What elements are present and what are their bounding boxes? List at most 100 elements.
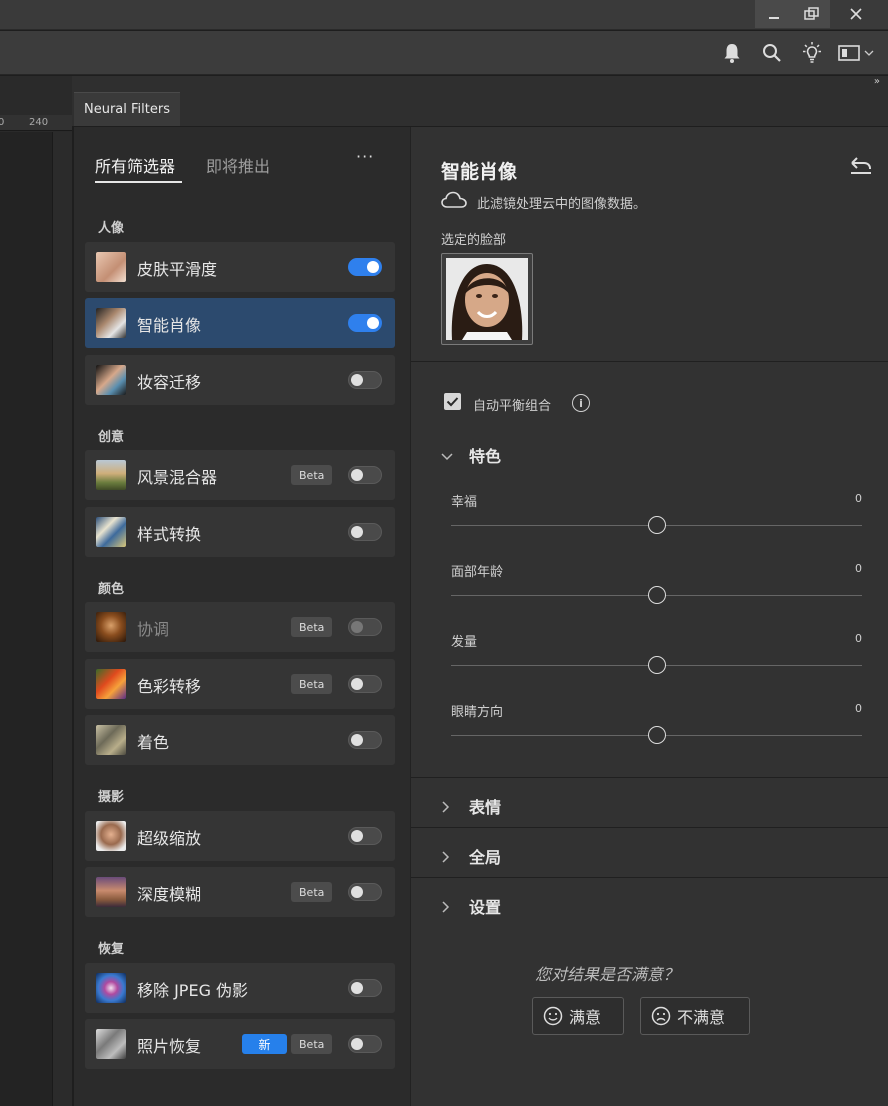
filter-row-skin-smoothing[interactable]: 皮肤平滑度 [85, 242, 395, 292]
slider-value[interactable]: 0 [855, 632, 862, 645]
collapse-panel-icon[interactable]: » [874, 76, 880, 87]
filter-toggle[interactable] [348, 675, 382, 693]
search-button[interactable] [759, 39, 785, 67]
makeup-transfer-thumbnail [96, 365, 126, 395]
category-restoration: 恢复 [98, 942, 125, 957]
active-tab-indicator [95, 181, 182, 183]
reset-button[interactable] [848, 155, 874, 177]
filter-title: 智能肖像 [441, 161, 518, 183]
section-expression-label: 表情 [469, 798, 502, 817]
jpeg-artifacts-thumbnail [96, 973, 126, 1003]
satisfied-label: 满意 [569, 1008, 602, 1027]
slider-label: 幸福 [451, 495, 478, 510]
smart-portrait-thumbnail [96, 308, 126, 338]
filter-row-colorize[interactable]: 着色 [85, 715, 395, 765]
bell-icon [724, 44, 740, 63]
auto-balance-label: 自动平衡组合 [473, 399, 552, 414]
tab-coming-soon[interactable]: 即将推出 [206, 153, 270, 177]
workspace-icon [838, 45, 860, 61]
document-canvas[interactable] [0, 132, 52, 1106]
selected-face-label: 选定的脸部 [441, 233, 507, 248]
discover-button[interactable] [799, 39, 825, 67]
vertical-scrollbar[interactable] [52, 132, 72, 1106]
category-portrait: 人像 [98, 221, 125, 236]
slider-thumb[interactable] [647, 516, 666, 534]
tab-all-filters[interactable]: 所有筛选器 [95, 153, 175, 177]
slider-value[interactable]: 0 [855, 562, 862, 575]
filter-row-style-transfer[interactable]: 样式转换 [85, 507, 395, 557]
beta-badge: Beta [291, 617, 333, 637]
slider-thumb[interactable] [647, 726, 666, 744]
filter-name: 风景混合器 [137, 468, 218, 487]
divider [411, 877, 888, 878]
more-options-icon[interactable]: ··· [356, 147, 374, 166]
harmonization-thumbnail [96, 612, 126, 642]
color-transfer-thumbnail [96, 669, 126, 699]
depth-blur-thumbnail [96, 877, 126, 907]
filter-row-depth-blur[interactable]: 深度模糊 Beta [85, 867, 395, 917]
chevron-right-icon [441, 848, 455, 867]
slider-value[interactable]: 0 [855, 492, 862, 505]
filter-row-landscape-mixer[interactable]: 风景混合器 Beta [85, 450, 395, 500]
divider [411, 361, 888, 362]
minimize-button[interactable] [755, 0, 793, 28]
notifications-button[interactable] [719, 39, 745, 67]
slider-thumb[interactable] [647, 586, 666, 604]
filter-toggle[interactable] [348, 314, 382, 332]
filter-name: 样式转换 [137, 525, 202, 544]
beta-badge: Beta [291, 465, 333, 485]
tab-neural-filters[interactable]: Neural Filters [74, 92, 180, 126]
filter-row-color-transfer[interactable]: 色彩转移 Beta [85, 659, 395, 709]
filter-row-super-zoom[interactable]: 超级缩放 [85, 811, 395, 861]
satisfied-button[interactable]: 满意 [532, 997, 624, 1035]
filter-toggle[interactable] [348, 371, 382, 389]
filter-toggle[interactable] [348, 883, 382, 901]
reset-icon [851, 157, 871, 174]
cloud-icon [441, 191, 467, 213]
not-satisfied-button[interactable]: 不满意 [640, 997, 750, 1035]
filter-name: 妆容迁移 [137, 373, 202, 392]
restore-button[interactable] [792, 0, 830, 28]
title-bar [0, 0, 888, 30]
slider-value[interactable]: 0 [855, 702, 862, 715]
section-settings-label: 设置 [469, 898, 502, 917]
filter-name: 协调 [137, 620, 170, 639]
divider [411, 827, 888, 828]
close-button[interactable] [834, 0, 878, 28]
workspace-switcher[interactable] [836, 39, 876, 67]
section-expression-header[interactable]: 表情 [441, 794, 501, 818]
filter-details-panel: 智能肖像 此滤镜处理云中的图像数据。 选定的脸部 自动平衡组合 i 特色 幸福 0… [410, 127, 888, 1106]
selected-face-thumbnail[interactable] [441, 253, 533, 345]
section-global-header[interactable]: 全局 [441, 844, 501, 868]
filter-toggle[interactable] [348, 979, 382, 997]
section-settings-header[interactable]: 设置 [441, 894, 501, 918]
filter-toggle[interactable] [348, 258, 382, 276]
filter-row-photo-restoration[interactable]: 照片恢复 新 Beta [85, 1019, 395, 1069]
divider [411, 777, 888, 778]
section-features-header[interactable]: 特色 [441, 443, 501, 467]
filter-name: 智能肖像 [137, 316, 202, 335]
filter-row-makeup-transfer[interactable]: 妆容迁移 [85, 355, 395, 405]
filter-name: 深度模糊 [137, 885, 202, 904]
smile-icon [543, 1006, 563, 1026]
filter-name: 着色 [137, 733, 170, 752]
filter-toggle[interactable] [348, 1035, 382, 1053]
filter-toggle[interactable] [348, 466, 382, 484]
beta-badge: Beta [291, 674, 333, 694]
filter-toggle[interactable] [348, 523, 382, 541]
filter-row-harmonization[interactable]: 协调 Beta [85, 602, 395, 652]
minimize-icon [769, 17, 779, 19]
auto-balance-checkbox[interactable] [444, 393, 461, 410]
filter-row-smart-portrait[interactable]: 智能肖像 [85, 298, 395, 348]
not-satisfied-label: 不满意 [677, 1008, 726, 1027]
filter-toggle[interactable] [348, 618, 382, 636]
close-icon [850, 8, 862, 20]
filter-toggle[interactable] [348, 731, 382, 749]
filter-row-remove-jpeg-artifacts[interactable]: 移除 JPEG 伪影 [85, 963, 395, 1013]
filter-name: 移除 JPEG 伪影 [137, 981, 249, 1000]
slider-thumb[interactable] [647, 656, 666, 674]
ruler-tick: 0 [0, 117, 5, 128]
filter-toggle[interactable] [348, 827, 382, 845]
info-icon[interactable]: i [572, 394, 590, 412]
ruler-tick: 240 [29, 117, 49, 128]
